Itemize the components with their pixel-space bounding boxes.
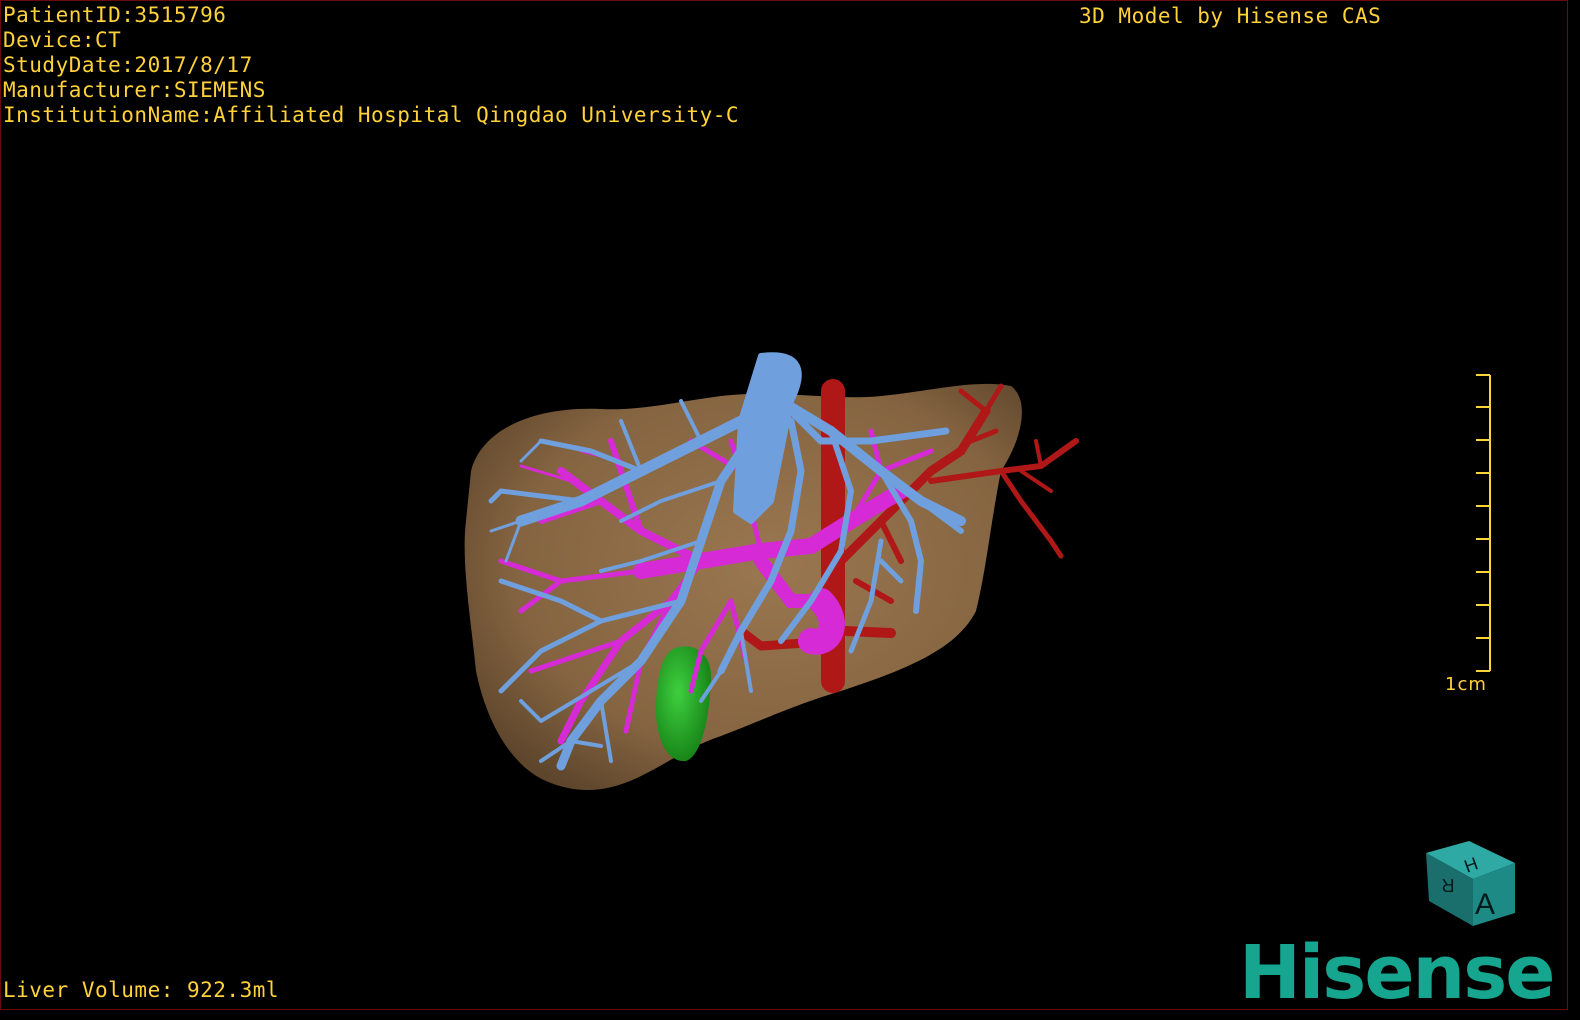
3d-viewport[interactable]: A H R PatientID:3515796 Device:CT StudyD…	[0, 0, 1568, 1010]
dicom-info-overlay: PatientID:3515796 Device:CT StudyDate:20…	[3, 3, 739, 128]
model-credit-text: 3D Model by Hisense CAS	[1079, 4, 1382, 28]
orientation-cube[interactable]: A H R	[1426, 841, 1515, 926]
liver-volume-text: Liver Volume: 922.3ml	[3, 978, 280, 1002]
cube-front-label: A	[1475, 888, 1495, 921]
gallbladder	[656, 646, 712, 762]
scale-bar-label: 1cm	[1445, 674, 1487, 695]
device-text: Device:CT	[3, 28, 122, 52]
manufacturer-text: Manufacturer:SIEMENS	[3, 78, 266, 102]
scale-bar	[1476, 374, 1491, 672]
liver-3d-model[interactable]: A H R	[1, 1, 1568, 1010]
institution-text: InstitutionName:Affiliated Hospital Qing…	[3, 103, 740, 127]
hisense-logo: Hisense	[1239, 930, 1555, 1010]
cube-side-label: R	[1442, 875, 1455, 895]
study-date-text: StudyDate:2017/8/17	[3, 53, 253, 77]
patient-id-text: PatientID:3515796	[3, 3, 227, 27]
